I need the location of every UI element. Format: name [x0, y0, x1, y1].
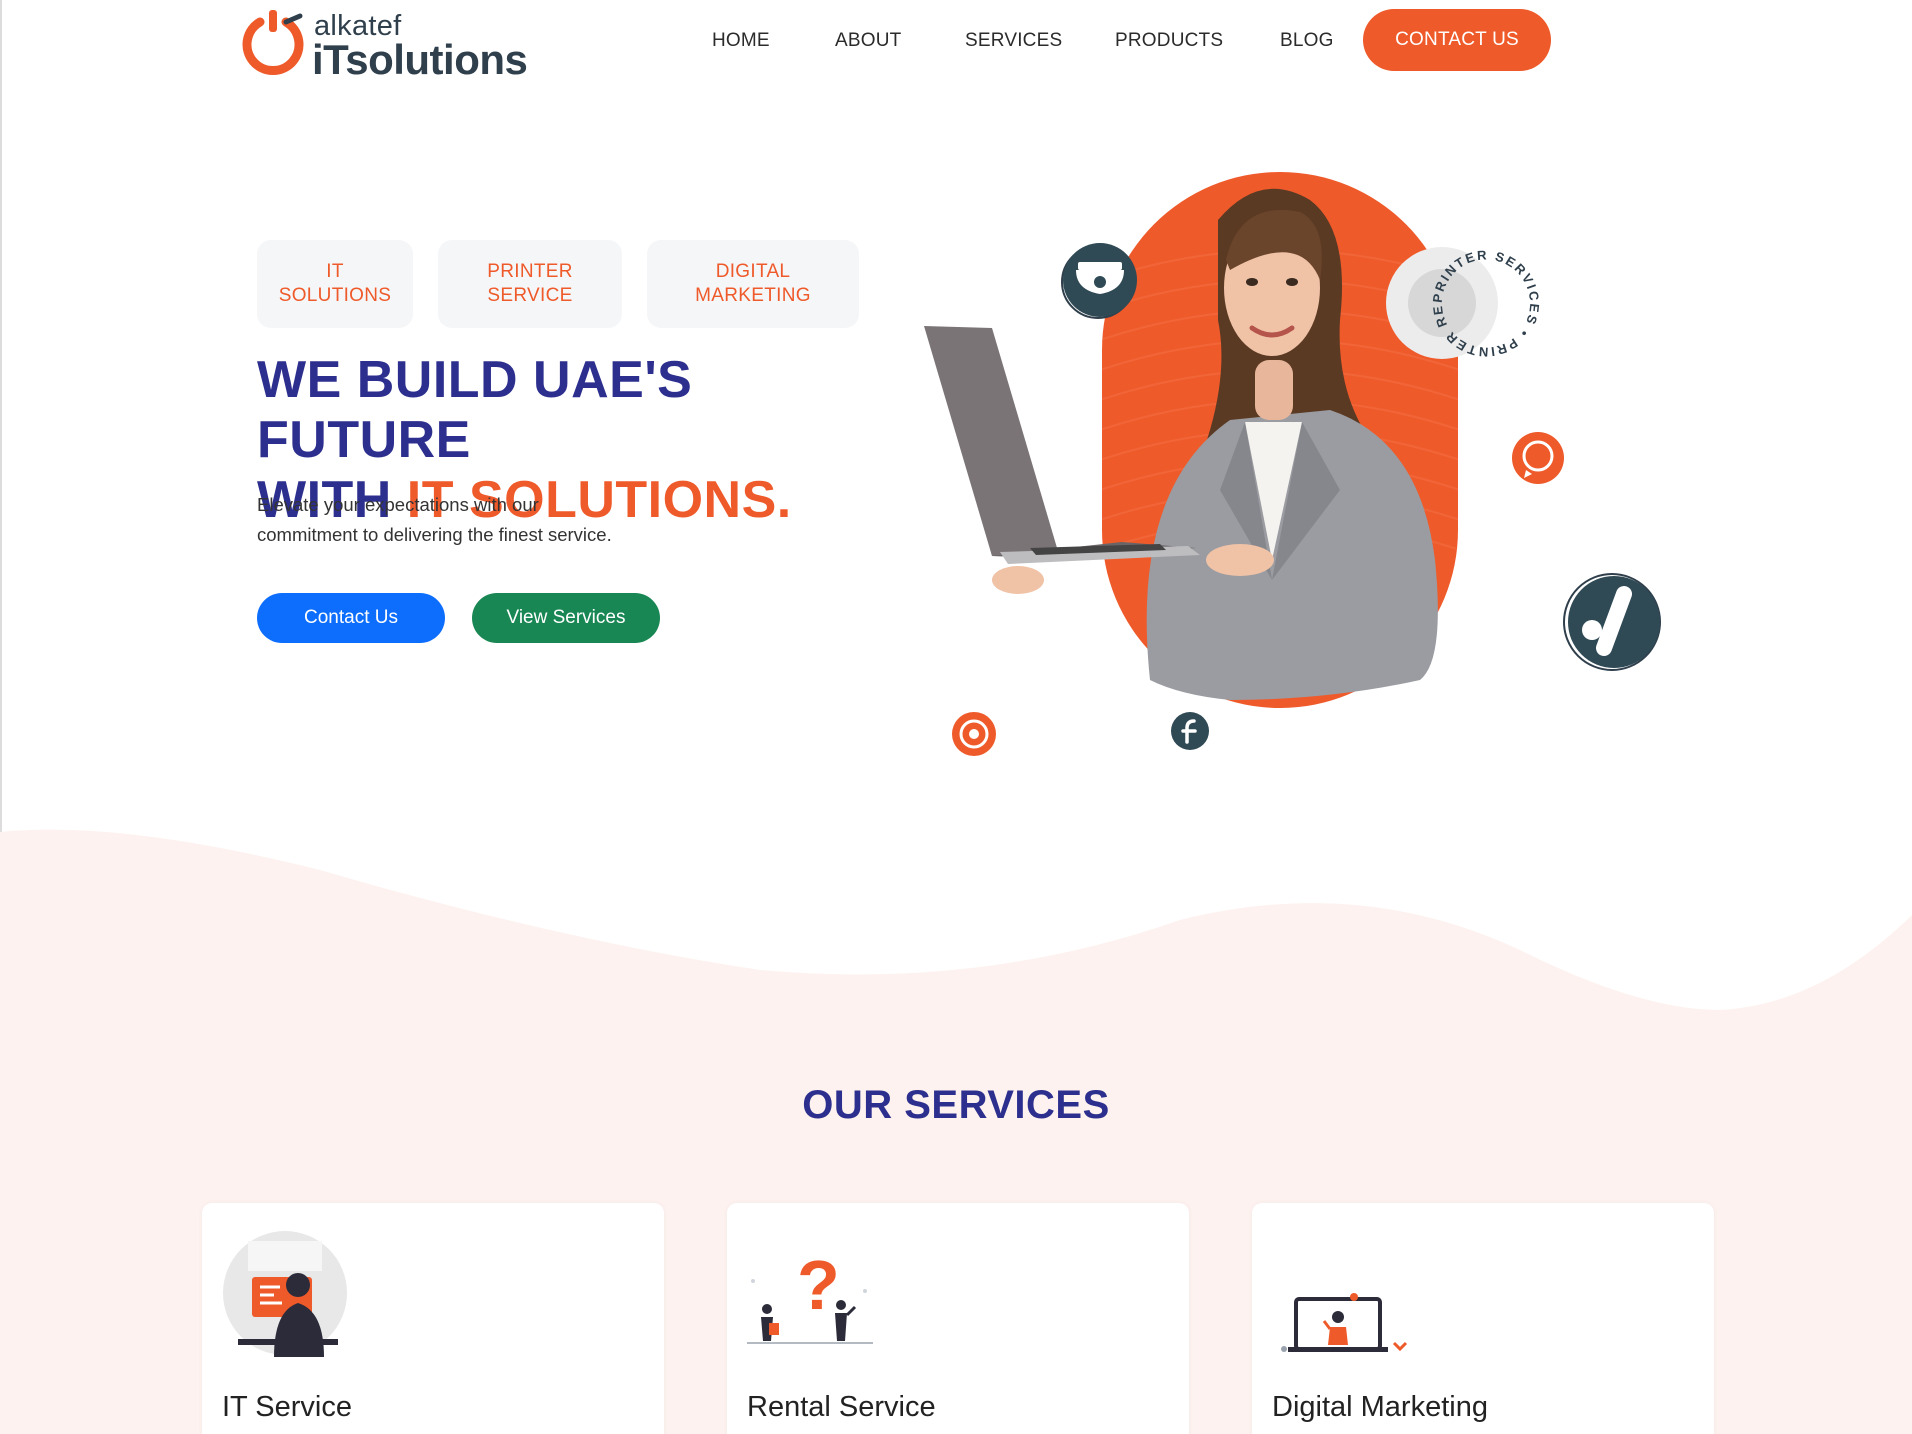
- rental-service-illustration: ?: [747, 1246, 873, 1344]
- nav-about[interactable]: ABOUT: [835, 30, 901, 52]
- tag-digital-marketing: DIGITAL MARKETING: [647, 240, 859, 328]
- tag-line: MARKETING: [695, 285, 811, 306]
- hero-illustration: PRINTER SERVICES • PRINTER RENTAL •: [900, 160, 1661, 756]
- tag-line: SERVICE: [487, 285, 573, 306]
- power-logo-icon: [242, 10, 304, 75]
- whatsapp-icon: [1512, 432, 1564, 484]
- tag-line: IT: [326, 261, 344, 282]
- service-card-title: Rental Service: [747, 1391, 936, 1423]
- digital-marketing-illustration: [1281, 1293, 1408, 1352]
- tag-printer-service: PRINTER SERVICE: [438, 240, 622, 328]
- tag-line: PRINTER: [487, 261, 573, 282]
- hero-title-line1: WE BUILD UAE'S FUTURE: [257, 351, 693, 469]
- logo-brand-big: iTsolutions: [312, 36, 528, 83]
- nav-contact-button[interactable]: CONTACT US: [1363, 9, 1551, 71]
- service-card-title: Digital Marketing: [1272, 1391, 1488, 1423]
- service-card-it[interactable]: IT Service: [202, 1203, 664, 1434]
- facebook-icon: [1171, 712, 1209, 750]
- site-logo[interactable]: alkatef iTsolutions: [238, 8, 538, 83]
- nav-home[interactable]: HOME: [712, 30, 770, 52]
- hero-subtitle: Elevate your expectations with our commi…: [257, 490, 677, 550]
- service-card-title: IT Service: [222, 1391, 353, 1423]
- contact-us-button[interactable]: Contact Us: [257, 593, 445, 643]
- services-title: OUR SERVICES: [802, 1083, 1110, 1127]
- tag-it-solutions: IT SOLUTIONS: [257, 240, 413, 328]
- nav-products[interactable]: PRODUCTS: [1115, 30, 1223, 52]
- hero-subtitle-line2: commitment to delivering the finest serv…: [257, 524, 612, 545]
- view-services-button[interactable]: View Services: [472, 593, 660, 643]
- svg-text:?: ?: [797, 1246, 840, 1324]
- nav-services[interactable]: SERVICES: [965, 30, 1062, 52]
- service-card-digital-marketing[interactable]: Digital Marketing: [1252, 1203, 1714, 1434]
- tag-line: DIGITAL: [715, 261, 791, 282]
- target-icon: [952, 712, 996, 756]
- hero-subtitle-line1: Elevate your expectations with our: [257, 494, 539, 515]
- tag-line: SOLUTIONS: [278, 285, 392, 306]
- nav-blog[interactable]: BLOG: [1280, 30, 1334, 52]
- it-service-illustration: [223, 1231, 347, 1357]
- google-ads-icon: [1563, 573, 1661, 671]
- service-card-rental[interactable]: ? Rental Service: [727, 1203, 1189, 1434]
